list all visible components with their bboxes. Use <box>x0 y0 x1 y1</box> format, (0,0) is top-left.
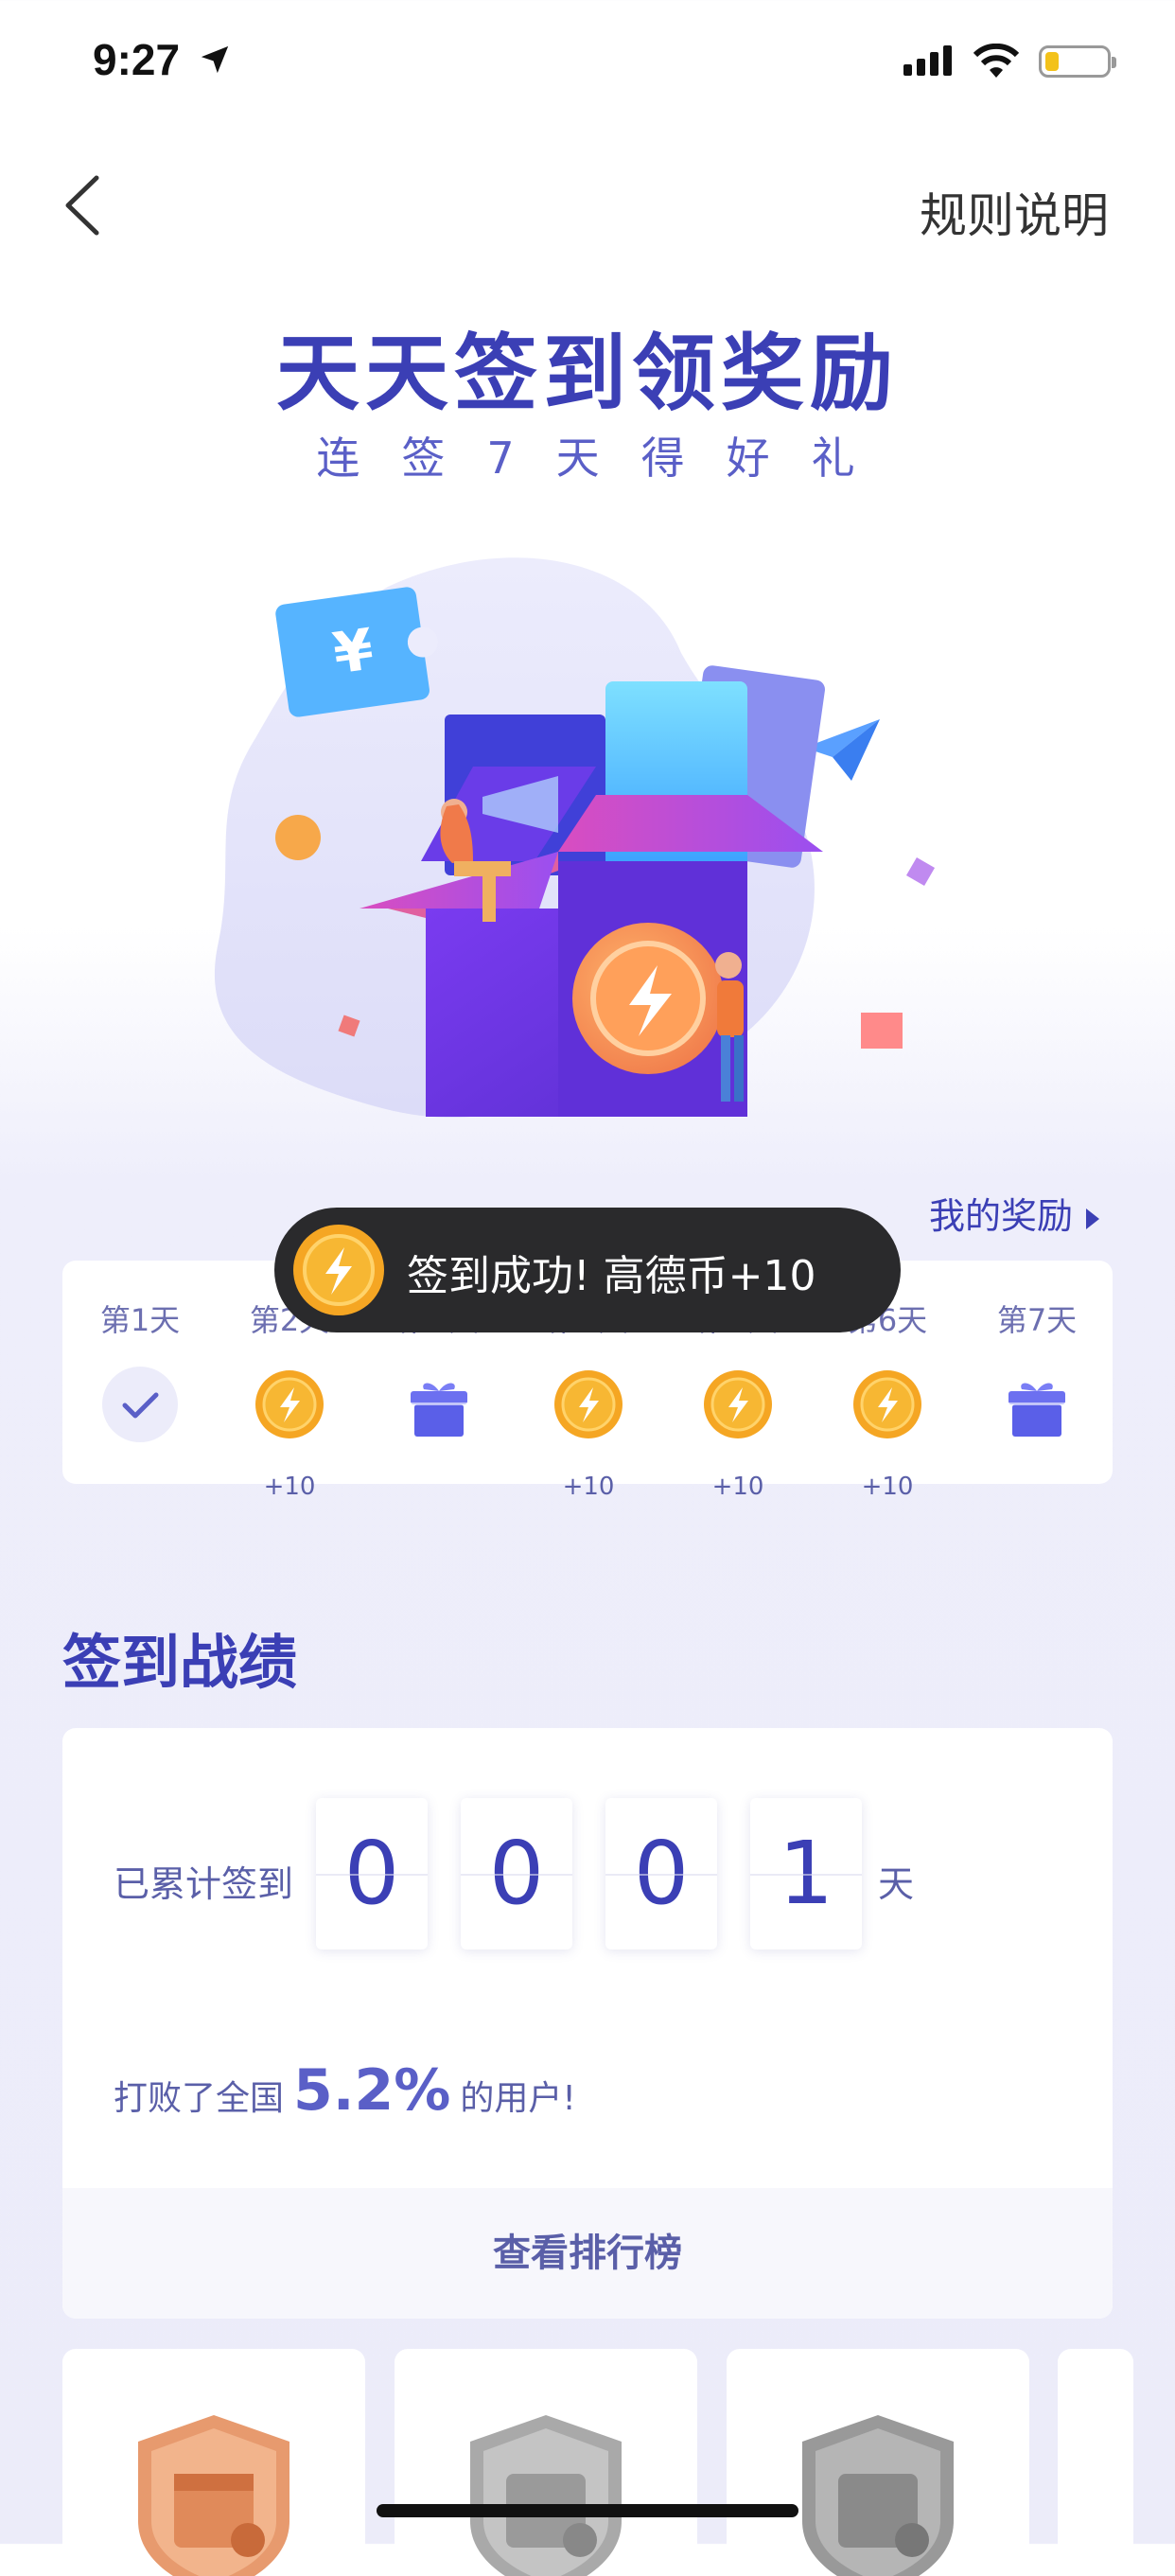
checkin-success-toast: 签到成功! 高德币+10 <box>274 1208 901 1332</box>
chevron-right-icon <box>1086 1208 1099 1229</box>
gift-icon <box>1008 1383 1065 1437</box>
counter-digit: 0 <box>316 1798 428 1950</box>
rules-button[interactable]: 规则说明 <box>920 178 1109 246</box>
day-label: 第1天 <box>99 1302 181 1338</box>
status-time: 9:27 <box>93 35 181 84</box>
gift-icon <box>411 1383 467 1437</box>
silver-60-badge-icon <box>802 2415 954 2576</box>
accumulated-label: 已累计签到 <box>114 1863 294 1905</box>
day-label: 第7天 <box>996 1302 1078 1338</box>
my-rewards-link[interactable]: 我的奖励 <box>929 1187 1099 1239</box>
coin-icon <box>704 1370 772 1438</box>
badge-card[interactable] <box>395 2349 697 2576</box>
beat-percent: 5.2% <box>293 2057 451 2124</box>
badge-card[interactable] <box>62 2349 365 2576</box>
coin-icon <box>853 1370 921 1438</box>
beat-suffix: 的用户! <box>460 2079 576 2118</box>
counter-digit: 0 <box>461 1798 572 1950</box>
day-bonus: +10 <box>861 1473 914 1501</box>
my-rewards-label: 我的奖励 <box>928 1195 1073 1237</box>
badge-card[interactable] <box>727 2349 1029 2576</box>
bronze-calendar-badge-icon <box>138 2415 289 2576</box>
badge-card[interactable] <box>1058 2349 1133 2576</box>
coin-icon <box>255 1370 324 1438</box>
toast-text: 签到成功! 高德币+10 <box>407 1252 816 1300</box>
beat-statement: 打败了全国 5.2% 的用户! <box>114 2057 576 2124</box>
day-bonus: +10 <box>562 1473 615 1501</box>
check-icon <box>102 1367 178 1442</box>
section-title: 签到战绩 <box>62 1628 298 1697</box>
coin-icon <box>293 1225 384 1315</box>
battery-icon <box>1039 45 1116 78</box>
view-ranking-button[interactable]: 查看排行榜 <box>62 2188 1113 2319</box>
day-item: 第7天 <box>971 1297 1103 1437</box>
hero-subtitle: 连签7天得好礼 <box>316 432 897 484</box>
stats-card: 已累计签到 0 0 0 1 天 打败了全国 5.2% 的用户! 查看排行榜 <box>62 1728 1113 2319</box>
hero-title: 天天签到领奖励 <box>275 325 899 422</box>
beat-prefix: 打败了全国 <box>114 2079 285 2118</box>
location-arrow-icon <box>201 45 229 74</box>
day-bonus: +10 <box>263 1473 316 1501</box>
gift-box-illustration: ¥ <box>214 557 936 1118</box>
silver-30-badge-icon <box>470 2415 622 2576</box>
back-arrow-icon[interactable] <box>61 174 106 237</box>
wifi-icon <box>973 44 1020 78</box>
home-indicator <box>377 2504 798 2517</box>
cellular-signal-icon <box>903 45 956 76</box>
coin-icon <box>554 1370 623 1438</box>
counter-unit: 天 <box>878 1863 915 1905</box>
counter-digit: 0 <box>605 1798 717 1950</box>
counter-digit: 1 <box>750 1798 862 1950</box>
day-item: 第1天 <box>74 1297 206 1442</box>
day-bonus: +10 <box>711 1473 764 1501</box>
